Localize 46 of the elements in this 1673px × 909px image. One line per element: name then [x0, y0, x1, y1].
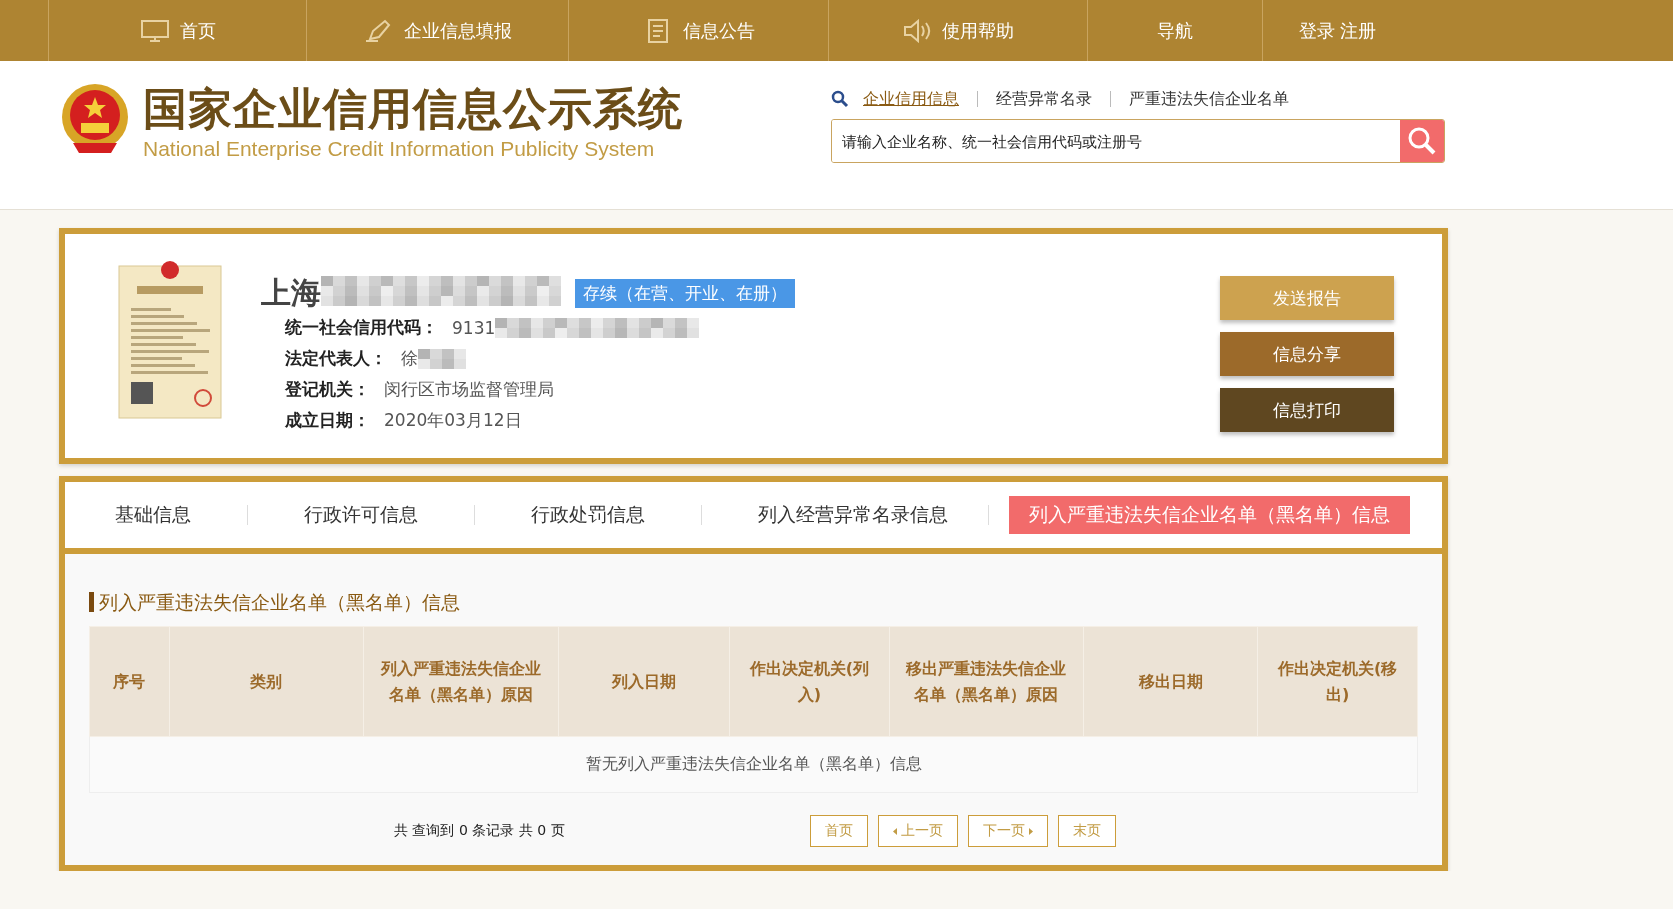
site-title: 国家企业信用信息公示系统 — [143, 82, 684, 136]
field-label: 法定代表人： — [285, 347, 387, 370]
column-header: 列入严重违法失信企业名单（黑名单）原因 — [363, 626, 559, 737]
search-tab[interactable]: 严重违法失信企业名单 — [1129, 88, 1289, 110]
redacted-block — [418, 348, 466, 369]
search-icon — [831, 90, 849, 108]
monitor-icon — [139, 18, 170, 43]
column-header: 列入日期 — [558, 626, 730, 737]
speaker-icon — [902, 18, 932, 43]
action-button[interactable]: 发送报告 — [1220, 276, 1394, 320]
status-badge: 存续（在营、开业、在册） — [575, 278, 795, 308]
field-value: 徐 — [401, 347, 418, 370]
site-subtitle: National Enterprise Credit Information Publicity System — [143, 137, 656, 161]
action-button[interactable]: 信息分享 — [1220, 332, 1394, 376]
tab[interactable]: 列入经营异常名录信息 — [738, 496, 968, 534]
left-triangle-icon — [892, 827, 897, 835]
column-header: 移出日期 — [1083, 626, 1258, 737]
pager-button[interactable]: 首页 — [809, 815, 868, 847]
field-value: 9131 — [452, 317, 496, 338]
field-label: 登记机关： — [285, 378, 370, 401]
pager-button[interactable]: 末页 — [1057, 815, 1116, 847]
column-header: 作出决定机关(列入) — [729, 626, 890, 737]
search-field[interactable]: 请输入企业名称、统一社会信用代码或注册号 — [831, 119, 1445, 163]
tab[interactable]: 行政处罚信息 — [511, 496, 665, 534]
right-triangle-icon — [1028, 827, 1033, 835]
column-header: 序号 — [89, 626, 170, 737]
field-value: 闵行区市场监督管理局 — [384, 378, 554, 401]
record-summary: 共 查询到 0 条记录 共 0 页 — [394, 822, 565, 840]
tab[interactable]: 基础信息 — [95, 496, 211, 534]
field-label: 统一社会信用代码： — [285, 316, 438, 339]
section-title: 列入严重违法失信企业名单（黑名单）信息 — [89, 592, 1418, 612]
search-button[interactable] — [1400, 120, 1444, 162]
search-tab[interactable]: 企业信用信息 — [863, 88, 959, 110]
column-header: 移出严重违法失信企业名单（黑名单）原因 — [889, 626, 1084, 737]
tab[interactable]: 列入严重违法失信企业名单（黑名单）信息 — [1009, 496, 1410, 534]
column-header: 类别 — [169, 626, 364, 737]
pager-button[interactable]: 下一页 — [967, 815, 1048, 847]
tab[interactable]: 行政许可信息 — [284, 496, 438, 534]
action-button[interactable]: 信息打印 — [1220, 388, 1394, 432]
column-header: 作出决定机关(移出) — [1257, 626, 1418, 737]
search-tab[interactable]: 经营异常名录 — [996, 88, 1092, 110]
pager-button[interactable]: 上一页 — [877, 815, 958, 847]
field-value: 2020年03月12日 — [384, 409, 522, 432]
empty-message: 暂无列入严重违法失信企业名单（黑名单）信息 — [89, 736, 1418, 793]
company-name: 上海 — [261, 273, 321, 312]
field-label: 成立日期： — [285, 409, 370, 432]
